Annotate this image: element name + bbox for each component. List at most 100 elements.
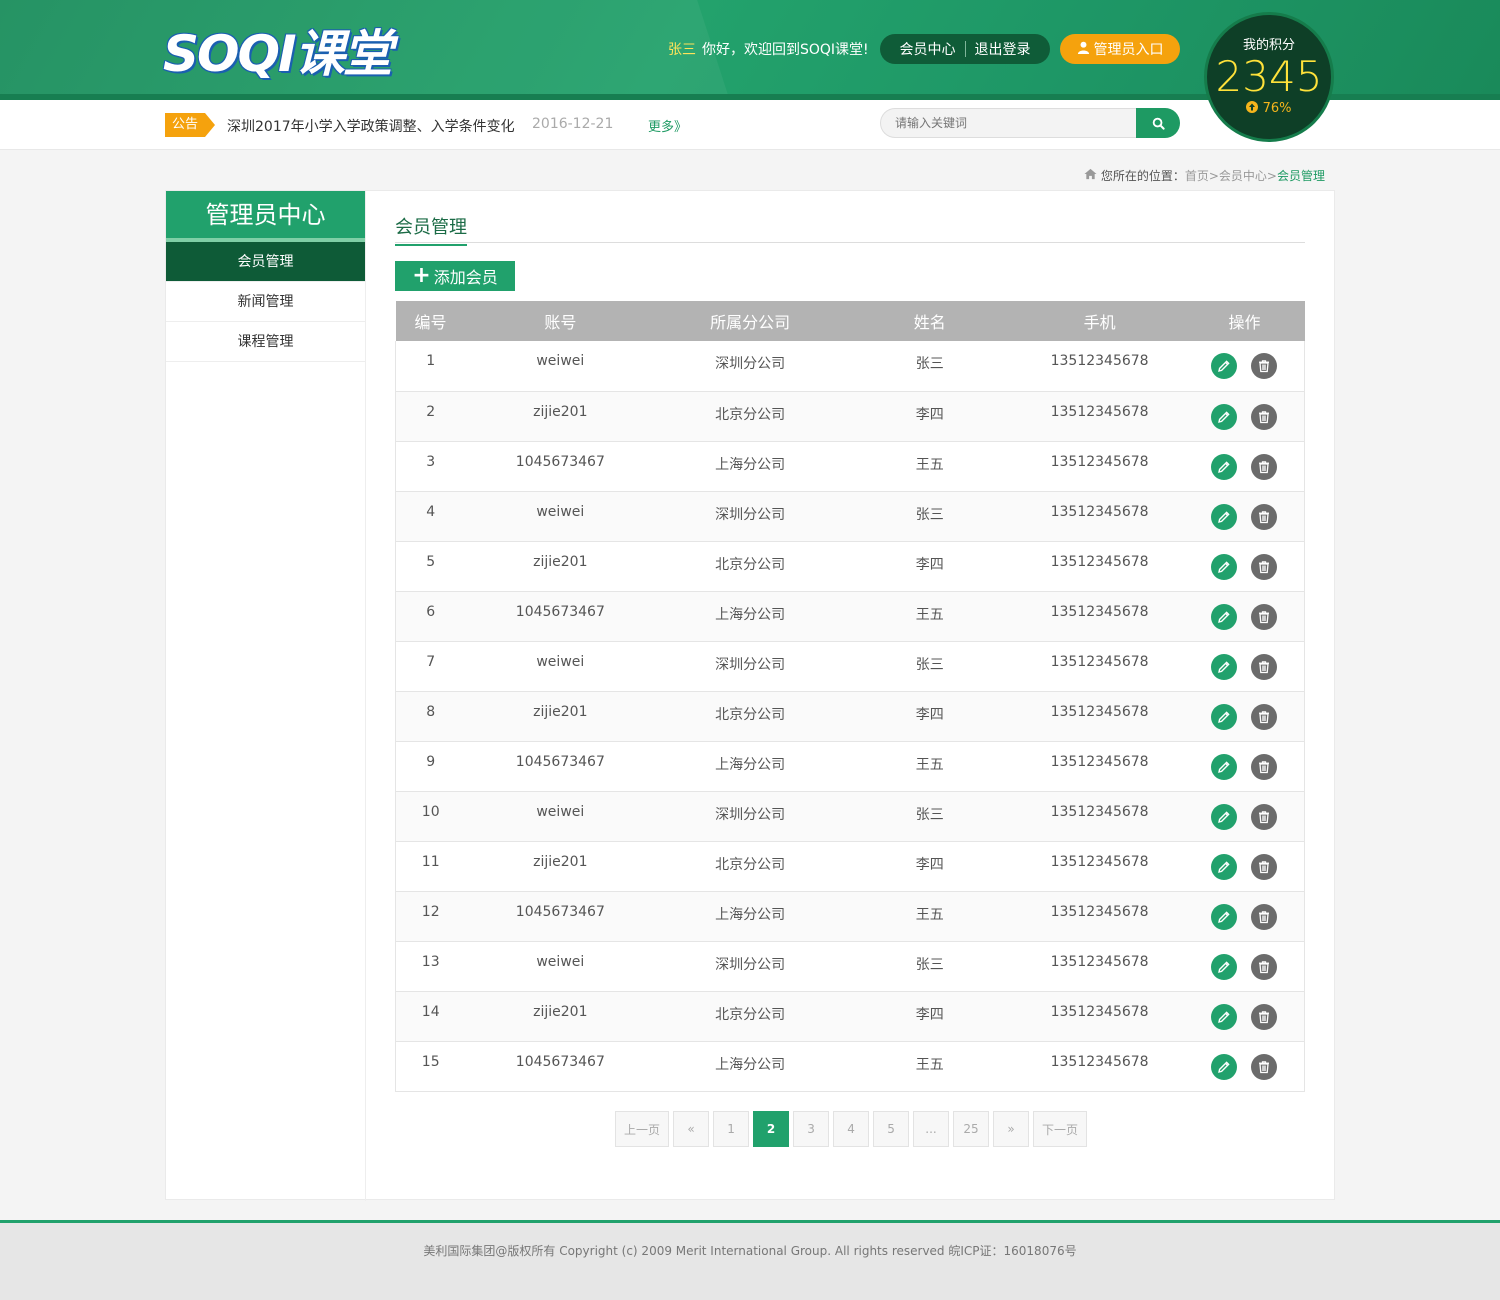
edit-button[interactable]: [1211, 503, 1238, 530]
delete-button[interactable]: [1251, 1053, 1278, 1080]
member-center-link[interactable]: 会员中心: [900, 39, 956, 59]
cell-phone: 13512345678: [1050, 653, 1149, 670]
edit-button[interactable]: [1211, 1003, 1238, 1030]
trash-icon: [1259, 810, 1270, 823]
trash-icon: [1259, 860, 1270, 873]
page-link[interactable]: 25: [953, 1111, 990, 1147]
delete-button[interactable]: [1251, 653, 1278, 680]
cell-id: 5: [395, 541, 466, 591]
edit-button[interactable]: [1211, 403, 1238, 430]
delete-button[interactable]: [1251, 1003, 1278, 1030]
pencil-icon: [1218, 560, 1230, 573]
sidebar-item-course-management[interactable]: 课程管理: [166, 322, 365, 362]
delete-button[interactable]: [1251, 503, 1278, 530]
delete-button[interactable]: [1251, 803, 1278, 830]
page-link[interactable]: 1: [713, 1111, 750, 1147]
page-link[interactable]: »: [993, 1111, 1030, 1147]
edit-button[interactable]: [1211, 1053, 1238, 1080]
breadcrumb-separator: >: [1208, 168, 1219, 183]
content-area: 会员管理 + 添加会员 编号 账号 所属分公司 姓名 手机 操作 1 weiwei…: [395, 191, 1305, 1092]
add-member-label: 添加会员: [433, 268, 498, 287]
cell-account: weiwei: [536, 653, 585, 670]
delete-button[interactable]: [1251, 403, 1278, 430]
cell-actions: [1184, 741, 1305, 791]
table-row: 5 zijie201 北京分公司 李四 13512345678: [395, 541, 1305, 591]
table-body: 1 weiwei 深圳分公司 张三 13512345678 2 zijie201 北京分公司李…: [395, 341, 1305, 1091]
cell-phone: 13512345678: [1050, 703, 1149, 720]
edit-button[interactable]: [1211, 353, 1238, 379]
page-link[interactable]: 3: [793, 1111, 830, 1147]
cell-account: 1045673467: [515, 903, 605, 920]
sidebar-item-news-management[interactable]: 新闻管理: [166, 282, 365, 322]
table-row: 3 1045673467 上海分公司 王五 13512345678: [395, 441, 1305, 491]
delete-button[interactable]: [1251, 853, 1278, 880]
edit-button[interactable]: [1211, 553, 1238, 580]
notice-headline[interactable]: 深圳2017年小学入学政策调整、入学条件变化: [227, 116, 515, 136]
cell-branch: 上海分公司: [715, 756, 786, 773]
edit-button[interactable]: [1211, 803, 1238, 830]
delete-button[interactable]: [1251, 753, 1278, 780]
cell-branch: 深圳分公司: [715, 356, 786, 372]
cell-id: 13: [395, 941, 466, 991]
sidebar-item-member-management[interactable]: 会员管理: [166, 242, 365, 282]
row-actions: [1185, 503, 1304, 530]
page-current[interactable]: 2: [753, 1111, 790, 1147]
delete-button[interactable]: [1251, 553, 1278, 580]
delete-button[interactable]: [1251, 903, 1278, 930]
delete-button[interactable]: [1251, 453, 1278, 480]
search-button[interactable]: [1136, 108, 1180, 138]
edit-button[interactable]: [1211, 853, 1238, 880]
trash-icon: [1259, 610, 1270, 623]
breadcrumb-member-center[interactable]: 会员中心: [1219, 167, 1267, 184]
page-link[interactable]: 5: [873, 1111, 910, 1147]
table-row: 15 1045673467 上海分公司 王五 13512345678: [395, 1041, 1305, 1091]
search-input[interactable]: [880, 108, 1138, 138]
delete-button[interactable]: [1251, 703, 1278, 730]
edit-button[interactable]: [1211, 603, 1238, 630]
add-member-button[interactable]: + 添加会员: [395, 261, 515, 291]
trash-icon: [1259, 560, 1270, 573]
notice-more-link[interactable]: 更多》: [648, 116, 687, 135]
page-link: ...: [913, 1111, 950, 1147]
trash-icon: [1259, 410, 1270, 423]
row-actions: [1185, 753, 1304, 780]
page-link[interactable]: 4: [833, 1111, 870, 1147]
trash-icon: [1259, 660, 1270, 673]
logo[interactable]: SOQI课堂: [163, 22, 393, 83]
cell-account: zijie201: [533, 1003, 588, 1020]
edit-button[interactable]: [1211, 903, 1238, 930]
admin-entry-button[interactable]: 管理员入口: [1060, 34, 1180, 64]
logout-link[interactable]: 退出登录: [975, 39, 1031, 59]
pencil-icon: [1218, 910, 1230, 923]
edit-button[interactable]: [1211, 953, 1238, 980]
pencil-icon: [1218, 1010, 1230, 1023]
cell-id: 11: [395, 841, 466, 891]
breadcrumb-home[interactable]: 首页: [1185, 167, 1209, 184]
pencil-icon: [1218, 510, 1230, 523]
cell-id: 3: [395, 441, 466, 491]
page-link[interactable]: 上一页: [615, 1111, 670, 1147]
cell-actions: [1184, 891, 1305, 941]
edit-button[interactable]: [1211, 453, 1238, 480]
column-header-account: 账号: [544, 313, 577, 332]
cell-branch: 上海分公司: [715, 906, 786, 923]
cell-name: 张三: [915, 356, 944, 372]
cell-account: 1045673467: [515, 753, 605, 770]
delete-button[interactable]: [1251, 603, 1278, 630]
page-link[interactable]: 下一页: [1033, 1111, 1088, 1147]
pencil-icon: [1218, 810, 1230, 823]
delete-button[interactable]: [1251, 353, 1278, 379]
delete-button[interactable]: [1251, 953, 1278, 980]
home-icon: [1084, 168, 1097, 183]
edit-button[interactable]: [1211, 753, 1238, 780]
table-row: 2 zijie201 北京分公司 李四 13512345678: [395, 391, 1305, 441]
cell-name: 张三: [915, 656, 944, 673]
row-actions: [1185, 653, 1304, 680]
row-actions: [1185, 1003, 1304, 1030]
edit-button[interactable]: [1211, 653, 1238, 680]
cell-phone: 13512345678: [1050, 403, 1149, 420]
notice-tag: 公告: [165, 113, 215, 137]
section-title-bar: 会员管理: [395, 213, 1305, 246]
edit-button[interactable]: [1211, 703, 1238, 730]
page-link[interactable]: «: [673, 1111, 710, 1147]
